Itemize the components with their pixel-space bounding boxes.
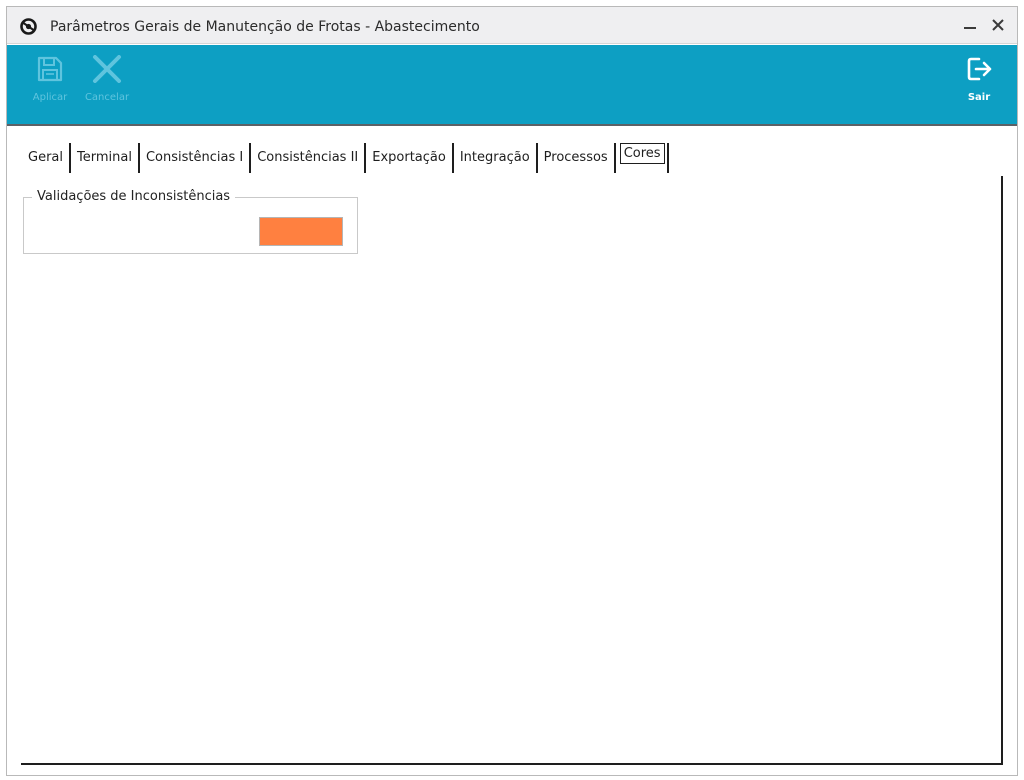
tab-cores[interactable]: Cores: [616, 143, 669, 173]
cancel-x-icon: [93, 55, 121, 83]
content-area: Geral Terminal Consistências I Consistên…: [8, 128, 1016, 774]
apply-label: Aplicar: [32, 92, 68, 103]
group-title: Validações de Inconsistências: [32, 189, 236, 204]
tab-divider: [665, 143, 669, 173]
close-button[interactable]: [987, 14, 1009, 36]
inconsistency-color-picker[interactable]: [259, 217, 343, 246]
apply-button[interactable]: Aplicar: [29, 55, 71, 103]
tab-strip: Geral Terminal Consistências I Consistên…: [22, 143, 669, 173]
window-title: Parâmetros Gerais de Manutenção de Frota…: [50, 19, 480, 35]
exit-button[interactable]: Sair: [959, 55, 999, 103]
tab-panel-bottom-border: [21, 763, 1003, 765]
app-window: Parâmetros Gerais de Manutenção de Frota…: [6, 6, 1018, 776]
close-icon: [992, 19, 1004, 31]
minimize-icon: [964, 27, 976, 29]
tab-panel-right-border: [1001, 176, 1003, 764]
inconsistency-validation-group: Validações de Inconsistências: [23, 189, 358, 254]
tab-cores-label: Cores: [619, 143, 665, 164]
cancel-button[interactable]: Cancelar: [81, 55, 133, 103]
tab-exportacao[interactable]: Exportação: [366, 143, 454, 173]
title-bar: Parâmetros Gerais de Manutenção de Frota…: [7, 7, 1017, 44]
toolbar: Aplicar Cancelar Sair: [7, 45, 1017, 126]
tab-geral[interactable]: Geral: [22, 143, 71, 173]
tab-integracao[interactable]: Integração: [454, 143, 538, 173]
tab-terminal[interactable]: Terminal: [71, 143, 140, 173]
tab-consistencias-2[interactable]: Consistências II: [251, 143, 367, 173]
exit-icon: [967, 57, 992, 81]
exit-label: Sair: [967, 92, 991, 103]
cancel-label: Cancelar: [84, 92, 130, 103]
save-icon: [37, 56, 63, 82]
app-logo-icon: [20, 18, 37, 35]
minimize-button[interactable]: [959, 14, 981, 36]
tab-consistencias-1[interactable]: Consistências I: [140, 143, 252, 173]
tab-processos[interactable]: Processos: [538, 143, 616, 173]
